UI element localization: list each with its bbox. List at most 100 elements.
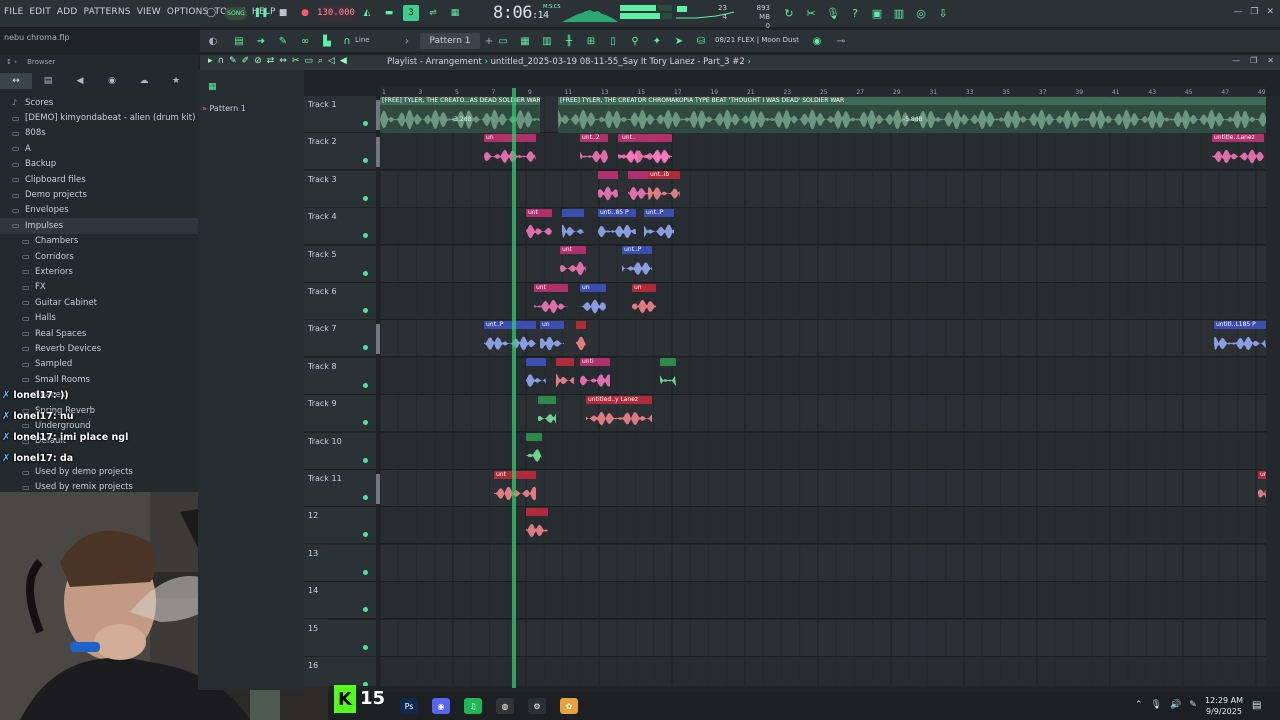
audio-clip[interactable]: untitled..y Lanez: [586, 395, 652, 432]
help-icon[interactable]: ?: [848, 6, 862, 20]
volume-icon[interactable]: 🔊: [1170, 700, 1181, 710]
track-header[interactable]: Track 5: [304, 245, 376, 283]
browser-tab-3[interactable]: ◉: [96, 73, 128, 89]
track-mute-indicator[interactable]: [363, 382, 368, 388]
microphone-tray-icon[interactable]: 🎙: [1151, 700, 1162, 710]
browser-item[interactable]: ▭ Halls: [0, 310, 198, 325]
track-header[interactable]: 16: [304, 657, 376, 686]
track-mute-indicator[interactable]: [363, 532, 368, 538]
plugin-icon[interactable]: ⚲: [628, 34, 642, 48]
track-header[interactable]: 15: [304, 619, 376, 657]
track-header[interactable]: 12: [304, 507, 376, 545]
mute-tool-icon[interactable]: ⇄: [267, 56, 275, 66]
browser-item[interactable]: ▭ Demo projects: [0, 187, 198, 202]
loop-record-icon[interactable]: ⇌: [425, 5, 441, 21]
browser-arrows-icon[interactable]: ↕ ›: [6, 58, 17, 66]
audio-clip[interactable]: [562, 208, 584, 245]
preset-slider-icon[interactable]: ⊸: [834, 34, 848, 48]
track-header[interactable]: 13: [304, 544, 376, 582]
audio-clip[interactable]: un: [632, 283, 656, 320]
browser-item[interactable]: ▭ Impulses: [0, 218, 198, 234]
menu-file[interactable]: FILE: [4, 7, 23, 17]
menu-view[interactable]: VIEW: [137, 7, 161, 17]
pen-icon[interactable]: ✎: [1189, 700, 1197, 710]
undo-icon[interactable]: ↻: [782, 6, 796, 20]
audio-clip[interactable]: unt: [526, 208, 552, 245]
browser-item[interactable]: ▭ FX: [0, 280, 198, 295]
download-icon[interactable]: ⇩: [936, 6, 950, 20]
playlist-close-icon[interactable]: ✕: [1267, 56, 1274, 65]
browser-item[interactable]: ▭ Reverb Devices: [0, 341, 198, 356]
obs-icon[interactable]: ◍: [496, 698, 514, 714]
slice-tool-icon[interactable]: ✂: [292, 56, 300, 66]
chat-icon[interactable]: ◎: [914, 6, 928, 20]
notification-icon[interactable]: ▤: [1252, 700, 1261, 711]
close-icon[interactable]: ✕: [1266, 7, 1274, 17]
minimize-icon[interactable]: —: [1233, 7, 1242, 17]
browser-item[interactable]: ▭ A: [0, 141, 198, 156]
discord-icon[interactable]: ◉: [432, 698, 450, 714]
browser-item[interactable]: ▭ Envelopes: [0, 203, 198, 218]
track-mute-indicator[interactable]: [363, 644, 368, 650]
tempo-display[interactable]: 130.000: [317, 5, 355, 21]
audio-clip[interactable]: untitle..Lanez: [1212, 133, 1264, 170]
browser-item[interactable]: ▭ Guitar Cabinet: [0, 295, 198, 310]
record-button[interactable]: ●: [297, 5, 313, 21]
browser-item[interactable]: ▭ Exteriors: [0, 264, 198, 279]
track-header[interactable]: Track 7: [304, 320, 376, 358]
audio-clip[interactable]: un: [580, 283, 606, 320]
browser-item[interactable]: ▭ [DEMO] kimyondabeat - alien (drum kit): [0, 110, 198, 125]
track-header[interactable]: Track 8: [304, 357, 376, 395]
browser-tab-0[interactable]: ↔: [0, 73, 32, 89]
audio-clip[interactable]: [576, 320, 586, 357]
audio-clip[interactable]: [628, 171, 650, 207]
metronome-icon[interactable]: ◭: [359, 5, 375, 21]
track-mute-indicator[interactable]: [363, 121, 368, 126]
track-header[interactable]: Track 11: [304, 470, 376, 507]
plugin-preset-label[interactable]: 08/21 FLEX | Moon Dust: [715, 36, 799, 44]
audio-clip[interactable]: un: [540, 320, 564, 357]
audio-clip[interactable]: unti: [580, 358, 610, 394]
mixer-view-icon[interactable]: ╫: [562, 34, 576, 48]
pattern-selector[interactable]: Pattern 1: [420, 33, 480, 49]
audio-clip[interactable]: unt..P: [622, 246, 652, 282]
track-header[interactable]: Track 6: [304, 283, 376, 320]
pattern-item[interactable]: » Pattern 1: [202, 104, 246, 113]
stop-button[interactable]: ■: [275, 5, 291, 21]
system-clock[interactable]: 12:29 AM 9/9/2025: [1205, 695, 1243, 717]
playlist-icon[interactable]: ▭: [496, 34, 510, 48]
audio-clip[interactable]: [526, 358, 546, 394]
snap-arrow-icon[interactable]: ›: [400, 34, 414, 48]
track-mute-indicator[interactable]: [363, 682, 368, 686]
piano-roll-icon[interactable]: ▥: [540, 34, 554, 48]
audio-clip[interactable]: [598, 171, 618, 207]
menu-edit[interactable]: EDIT: [29, 7, 51, 17]
browser-item[interactable]: ▭ Real Spaces: [0, 326, 198, 341]
magnet-tool-icon[interactable]: ∩: [218, 56, 225, 66]
speaker-tool-icon[interactable]: ◀: [340, 56, 347, 66]
stamp-icon[interactable]: ▙: [320, 34, 334, 48]
track-mute-indicator[interactable]: [363, 457, 368, 463]
slip-tool-icon[interactable]: ⇔: [279, 56, 287, 66]
audio-clip[interactable]: unt..: [620, 133, 670, 170]
browser-item[interactable]: ▭ Clipboard files: [0, 172, 198, 187]
paint-tool-icon[interactable]: ✐: [242, 56, 250, 66]
song-position-clock[interactable]: 8:06:14: [493, 3, 549, 23]
track-header[interactable]: 14: [304, 582, 376, 620]
track-mute-indicator[interactable]: [363, 233, 368, 239]
zoom-tool-icon[interactable]: ⌕: [318, 56, 323, 66]
draw-tool-icon[interactable]: ✎: [229, 56, 237, 66]
browser-item[interactable]: ▭ Corridors: [0, 249, 198, 264]
track-mute-indicator[interactable]: [363, 495, 368, 500]
audio-clip[interactable]: unt..ib: [648, 171, 680, 207]
browser-tab-5[interactable]: ★: [160, 73, 192, 89]
song-mode-icon[interactable]: ◯: [203, 5, 219, 21]
preset-toggle-icon[interactable]: ◉: [810, 34, 824, 48]
menu-patterns[interactable]: PATTERNS: [84, 7, 131, 17]
track-mute-indicator[interactable]: [363, 195, 368, 201]
track-mute-indicator[interactable]: [363, 158, 368, 164]
browser-tab-1[interactable]: ▤: [32, 73, 64, 89]
playlist-restore-icon[interactable]: ❐: [1250, 56, 1257, 65]
knob-icon[interactable]: ◐: [206, 34, 220, 48]
delete-tool-icon[interactable]: ⊘: [254, 56, 262, 66]
